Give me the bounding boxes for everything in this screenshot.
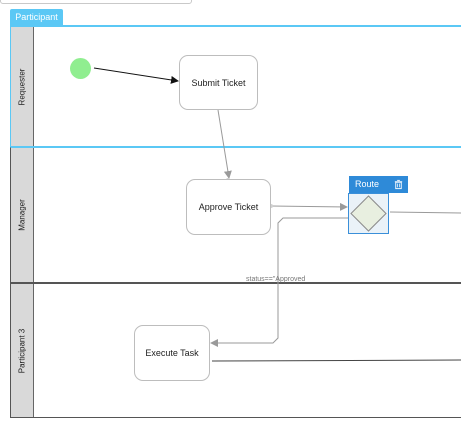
flow-start-to-submit[interactable] xyxy=(93,67,179,84)
task-label: Submit Ticket xyxy=(191,77,246,88)
gateway-diamond[interactable] xyxy=(349,194,388,233)
task-label: Execute Task xyxy=(145,348,199,358)
task-submit-ticket[interactable]: Submit Ticket xyxy=(179,55,258,110)
task-approve-ticket[interactable]: Approve Ticket xyxy=(186,179,271,235)
gateway-toolbar[interactable]: Route xyxy=(349,176,408,193)
start-event[interactable] xyxy=(70,58,91,79)
flow-approve-to-gateway[interactable] xyxy=(270,202,348,211)
flow-execute-out[interactable] xyxy=(211,359,461,362)
condition-label: status=="Approved xyxy=(246,276,306,283)
trash-icon[interactable] xyxy=(393,179,404,190)
gateway-route-label: Route xyxy=(355,179,380,189)
task-label: Approve Ticket xyxy=(198,202,259,212)
flow-submit-to-approve[interactable] xyxy=(217,109,232,179)
task-execute-task[interactable]: Execute Task xyxy=(134,325,210,381)
gateway-selection[interactable] xyxy=(348,193,389,234)
flow-gateway-out[interactable] xyxy=(389,211,461,214)
